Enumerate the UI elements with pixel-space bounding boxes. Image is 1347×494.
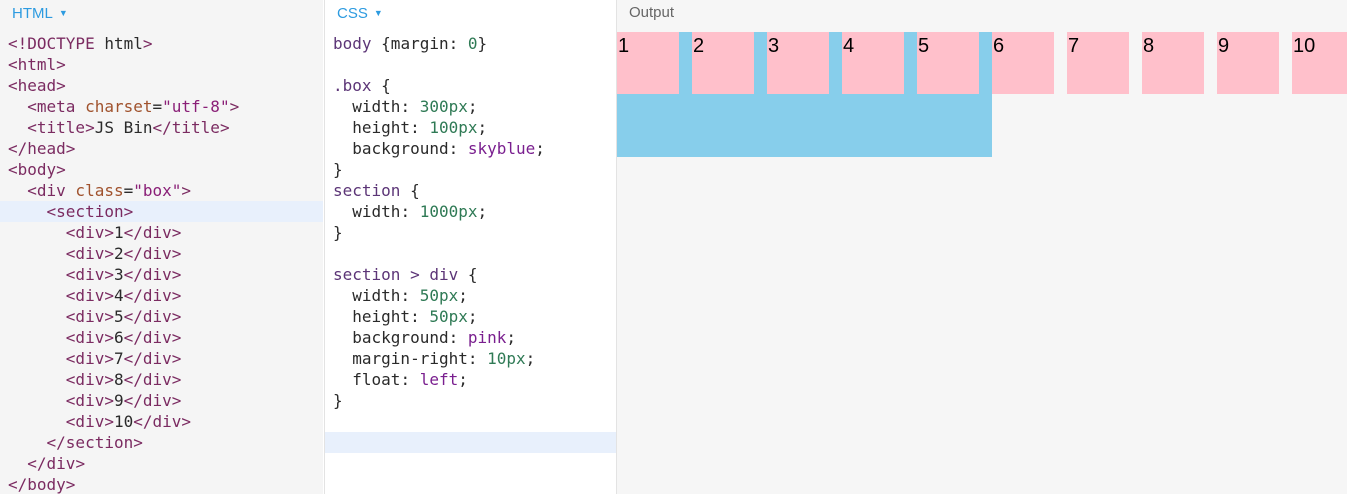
output-item-box: 2: [692, 32, 754, 94]
css-code-line[interactable]: body {margin: 0}: [325, 33, 616, 54]
css-code-line[interactable]: [325, 432, 616, 453]
css-code-line[interactable]: [325, 54, 616, 75]
html-code-line[interactable]: <head>: [0, 75, 323, 96]
html-code-line[interactable]: <div>3</div>: [0, 264, 323, 285]
output-item-box: 9: [1217, 32, 1279, 94]
css-code-line[interactable]: }: [325, 159, 616, 180]
css-code-line[interactable]: float: left;: [325, 369, 616, 390]
css-code-area[interactable]: body {margin: 0} .box { width: 300px; he…: [325, 33, 616, 453]
css-code-line[interactable]: [325, 243, 616, 264]
dropdown-caret-icon[interactable]: ▼: [59, 8, 68, 18]
html-editor-panel[interactable]: HTML ▼ <!DOCTYPE html> <html> <head> <meta …: [0, 0, 323, 494]
css-code-line[interactable]: section > div {: [325, 264, 616, 285]
output-item-box: 5: [917, 32, 979, 94]
html-code-area[interactable]: <!DOCTYPE html> <html> <head> <meta charse…: [0, 33, 323, 494]
dropdown-caret-icon[interactable]: ▼: [374, 8, 383, 18]
output-item-box: 4: [842, 32, 904, 94]
html-code-line[interactable]: <div>2</div>: [0, 243, 323, 264]
html-code-line[interactable]: <meta charset="utf-8">: [0, 96, 323, 117]
html-code-line[interactable]: <title>JS Bin</title>: [0, 117, 323, 138]
css-panel-title[interactable]: CSS: [337, 5, 368, 22]
css-code-line[interactable]: .box {: [325, 75, 616, 96]
css-code-line[interactable]: }: [325, 390, 616, 411]
html-code-line[interactable]: </body>: [0, 474, 323, 494]
output-panel-title: Output: [629, 4, 675, 21]
css-code-line[interactable]: width: 50px;: [325, 285, 616, 306]
output-item-box: 8: [1142, 32, 1204, 94]
css-code-line[interactable]: background: pink;: [325, 327, 616, 348]
css-code-line[interactable]: }: [325, 222, 616, 243]
html-code-line[interactable]: <html>: [0, 54, 323, 75]
html-code-line[interactable]: <div>10</div>: [0, 411, 323, 432]
output-panel: Output 1 2 3 4 5 6 7 8 9 10: [616, 0, 1347, 494]
html-code-line[interactable]: </div>: [0, 453, 323, 474]
html-code-line[interactable]: <div>7</div>: [0, 348, 323, 369]
html-code-line[interactable]: <div>4</div>: [0, 285, 323, 306]
css-code-line[interactable]: height: 50px;: [325, 306, 616, 327]
css-editor-panel[interactable]: CSS ▼ body {margin: 0} .box { width: 300p…: [324, 0, 616, 494]
html-panel-title[interactable]: HTML: [12, 5, 53, 22]
html-panel-header[interactable]: HTML ▼: [0, 0, 323, 28]
css-code-line[interactable]: [325, 411, 616, 432]
css-code-line[interactable]: height: 100px;: [325, 117, 616, 138]
css-code-line[interactable]: margin-right: 10px;: [325, 348, 616, 369]
output-item-box: 6: [992, 32, 1054, 94]
html-code-line[interactable]: </section>: [0, 432, 323, 453]
output-item-box: 10: [1292, 32, 1347, 94]
css-code-line[interactable]: width: 300px;: [325, 96, 616, 117]
css-panel-header[interactable]: CSS ▼: [325, 0, 616, 28]
output-item-box: 1: [617, 32, 679, 94]
output-item-box: 7: [1067, 32, 1129, 94]
html-code-line[interactable]: <div class="box">: [0, 180, 323, 201]
output-panel-header: Output: [617, 0, 1347, 28]
html-code-line[interactable]: <div>5</div>: [0, 306, 323, 327]
output-item-box: 3: [767, 32, 829, 94]
css-code-line[interactable]: width: 1000px;: [325, 201, 616, 222]
html-code-line[interactable]: <div>6</div>: [0, 327, 323, 348]
html-code-line[interactable]: <div>1</div>: [0, 222, 323, 243]
html-code-line[interactable]: <div>8</div>: [0, 369, 323, 390]
html-code-line[interactable]: <!DOCTYPE html>: [0, 33, 323, 54]
html-code-line[interactable]: <div>9</div>: [0, 390, 323, 411]
css-code-line[interactable]: background: skyblue;: [325, 138, 616, 159]
html-code-line[interactable]: <section>: [0, 201, 323, 222]
css-code-line[interactable]: section {: [325, 180, 616, 201]
html-code-line[interactable]: </head>: [0, 138, 323, 159]
html-code-line[interactable]: <body>: [0, 159, 323, 180]
